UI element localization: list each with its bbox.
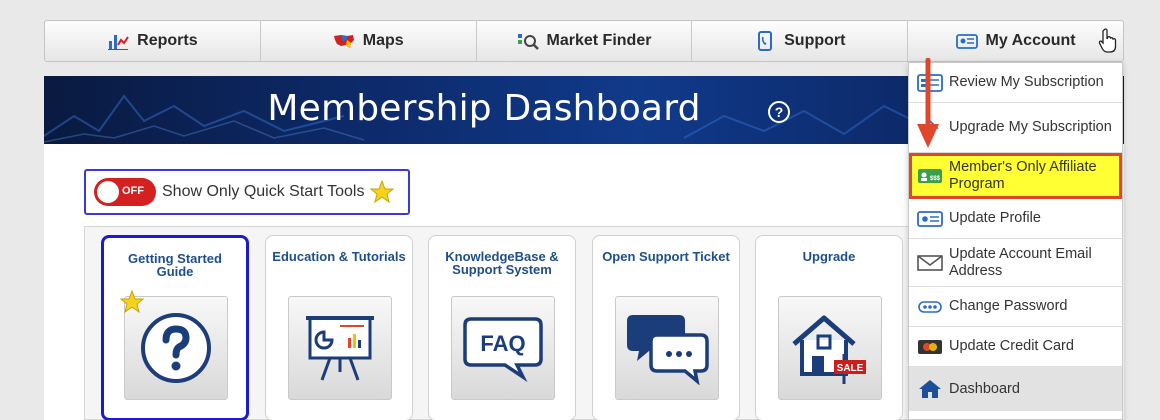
nav-label: My Account <box>985 32 1076 49</box>
menu-update-credit-card[interactable]: Update Credit Card <box>909 327 1122 367</box>
svg-text:SALE: SALE <box>837 363 864 374</box>
star-icon <box>370 180 395 204</box>
help-icon[interactable]: ? <box>768 101 790 123</box>
card-image <box>288 296 392 400</box>
card-open-support-ticket[interactable]: Open Support Ticket <box>592 235 740 420</box>
nav-market-finder[interactable]: Market Finder <box>477 21 693 61</box>
menu-update-email[interactable]: Update Account Email Address <box>909 239 1122 287</box>
menu-upgrade-subscription[interactable]: Upgrade My Subscription <box>909 103 1122 153</box>
menu-item-label: Member's Only Affiliate Program <box>949 158 1097 192</box>
card-image: SALE <box>778 296 882 400</box>
account-card-icon <box>955 34 978 49</box>
red-arrow-annotation <box>917 58 939 148</box>
quick-start-toggle-box: OFF Show Only Quick Start Tools <box>84 169 410 215</box>
svg-text:FAQ: FAQ <box>480 331 525 356</box>
menu-item-label: Dashboard <box>949 380 1020 397</box>
menu-update-profile[interactable]: Update Profile <box>909 199 1122 239</box>
faq-bubble-icon: FAQ <box>463 317 543 383</box>
card-image <box>615 296 719 400</box>
quick-start-label: Show Only Quick Start Tools <box>162 183 365 200</box>
menu-item-label: Update Profile <box>949 210 1041 226</box>
nav-support[interactable]: Support <box>692 21 909 61</box>
hand-cursor-icon <box>1098 28 1117 53</box>
card-image: FAQ <box>451 296 555 400</box>
nav-label: Market Finder <box>546 32 652 49</box>
phone-icon <box>758 31 773 51</box>
presentation-board-icon <box>306 316 374 381</box>
nav-label: Reports <box>137 32 198 49</box>
question-icon <box>141 313 211 383</box>
menu-change-password[interactable]: Change Password <box>909 287 1122 327</box>
password-icon <box>918 300 942 313</box>
card-knowledgebase[interactable]: KnowledgeBase & Support System FAQ <box>428 235 576 420</box>
menu-item-label: Update Account Email Address <box>949 245 1092 279</box>
star-icon <box>120 290 144 314</box>
switch-state-label: OFF <box>122 185 144 197</box>
top-nav: Reports Maps Market Finder Support My Ac… <box>44 20 1124 62</box>
profile-card-icon <box>917 210 943 227</box>
card-title: Open Support Ticket <box>602 249 730 264</box>
menu-item-label: Review My Subscription <box>949 74 1104 90</box>
credit-card-icon <box>918 339 942 354</box>
page-title: Membership Dashboard <box>267 88 701 129</box>
menu-item-label: Update Credit Card <box>949 338 1074 354</box>
svg-text:$$$: $$$ <box>930 176 941 182</box>
menu-item-label: Upgrade My Subscription <box>949 119 1112 135</box>
card-title: Upgrade <box>802 249 856 264</box>
house-sale-icon: SALE <box>792 315 866 384</box>
nav-maps[interactable]: Maps <box>261 21 477 61</box>
market-finder-icon <box>517 34 539 50</box>
card-upgrade[interactable]: Upgrade SALE <box>755 235 903 420</box>
card-education-tutorials[interactable]: Education & Tutorials <box>265 235 413 420</box>
quick-start-switch[interactable]: OFF <box>94 178 156 206</box>
affiliate-card-icon: $$$ <box>918 168 942 183</box>
menu-review-subscription[interactable]: Review My Subscription <box>909 63 1122 103</box>
reports-chart-icon <box>108 35 130 50</box>
menu-affiliate-program[interactable]: $$$ Member's Only Affiliate Program <box>909 153 1122 199</box>
menu-dashboard[interactable]: Dashboard <box>909 367 1122 411</box>
card-title: KnowledgeBase & Support System <box>445 249 559 277</box>
nav-reports[interactable]: Reports <box>45 21 261 61</box>
nav-my-account[interactable]: My Account <box>908 21 1123 61</box>
my-account-dropdown: Review My Subscription Upgrade My Subscr… <box>908 62 1123 420</box>
menu-item-label: Change Password <box>949 298 1068 314</box>
nav-label: Maps <box>362 32 404 49</box>
card-title: Education & Tutorials <box>272 249 406 264</box>
chat-bubbles-icon <box>627 315 709 385</box>
us-map-icon <box>333 35 354 48</box>
card-title: Getting Started Guide <box>128 251 222 279</box>
switch-knob <box>97 181 119 203</box>
card-getting-started[interactable]: Getting Started Guide <box>101 235 249 420</box>
nav-label: Support <box>784 32 846 49</box>
home-icon <box>919 380 941 398</box>
envelope-icon <box>917 254 943 271</box>
